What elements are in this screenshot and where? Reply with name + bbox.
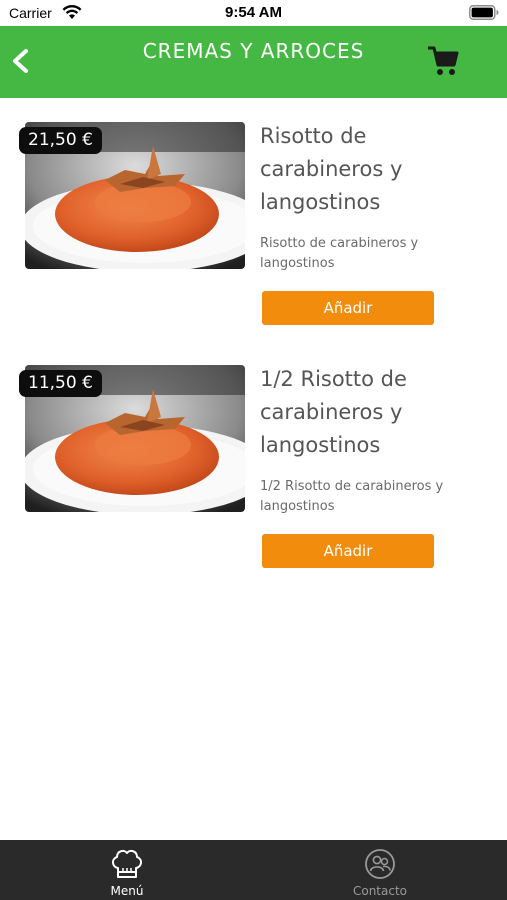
add-button[interactable]: Añadir <box>262 534 434 568</box>
tab-contact[interactable]: Contacto <box>300 840 460 900</box>
price-tag: 21,50 € <box>19 127 102 154</box>
product-description: 1/2 Risotto de carabineros y langostinos <box>260 479 444 514</box>
price-tag: 11,50 € <box>19 370 102 397</box>
product-title: Risotto de carabineros y langostinos <box>260 124 403 214</box>
tab-bar: Menú Contacto <box>0 840 507 900</box>
product-card[interactable]: 21,50 € Risotto de carabineros y langost… <box>0 122 507 342</box>
tab-label: Menú <box>110 884 144 898</box>
chef-hat-icon <box>112 849 142 878</box>
contact-icon <box>365 849 395 879</box>
status-bar: Carrier 9:54 AM <box>0 0 507 26</box>
tab-label: Contacto <box>352 884 408 898</box>
product-title: 1/2 Risotto de carabineros y langostinos <box>260 367 407 457</box>
product-card[interactable]: 11,50 € 1/2 Risotto de carabineros y lan… <box>0 365 507 585</box>
cart-icon[interactable] <box>426 44 460 78</box>
header-bar: CREMAS Y ARROCES <box>0 26 507 98</box>
battery-icon <box>469 5 499 20</box>
status-time: 9:54 AM <box>225 4 282 21</box>
add-button[interactable]: Añadir <box>262 291 434 325</box>
product-description: Risotto de carabineros y langostinos <box>260 236 419 271</box>
tab-menu[interactable]: Menú <box>47 840 207 900</box>
